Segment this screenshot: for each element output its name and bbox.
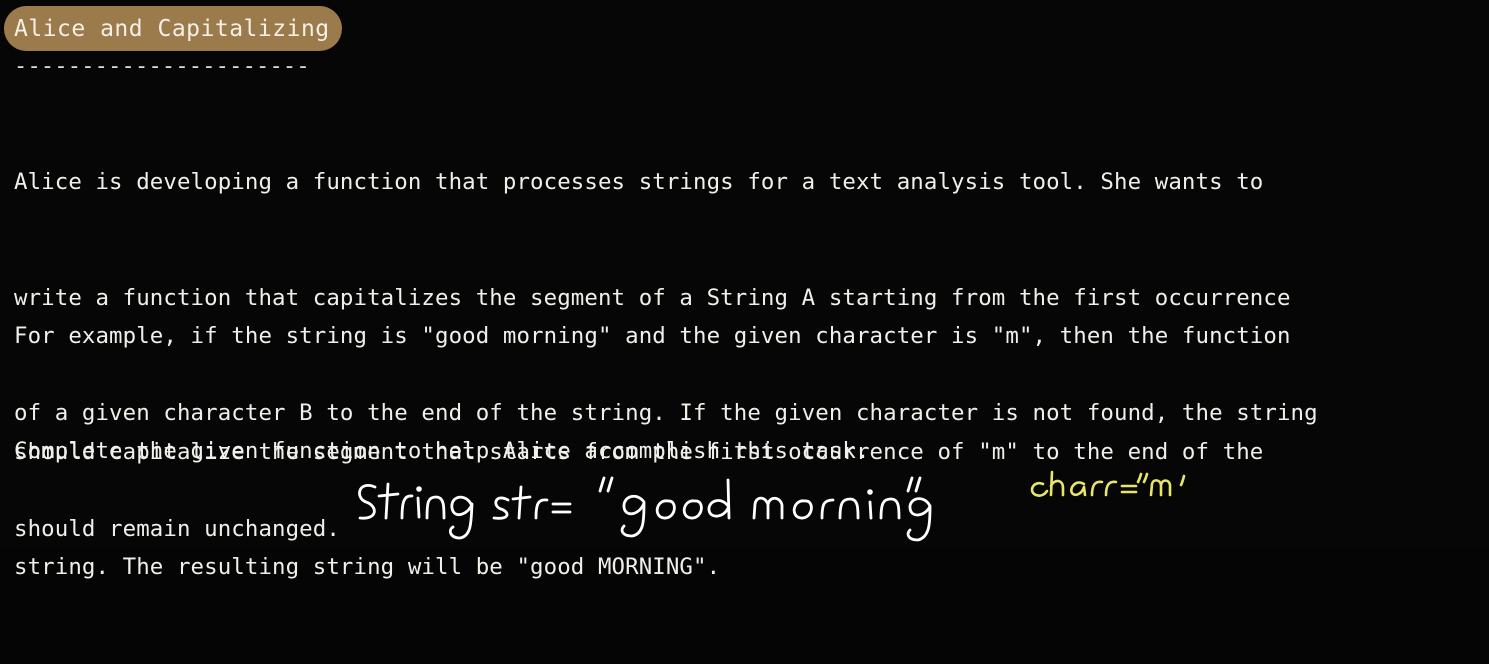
title-underline: ----------------------: [14, 54, 310, 79]
example-line: For example, if the string is "good morn…: [14, 323, 1291, 349]
example-line: string. The resulting string will be "go…: [14, 554, 721, 580]
handwritten-annotation: [358, 470, 1186, 542]
handwritten-str-word: [492, 485, 572, 520]
handwritten-string-word: [358, 482, 474, 540]
problem-title-badge: Alice and Capitalizing: [4, 6, 342, 51]
handwritten-char-note: [1030, 470, 1186, 497]
video-frame: Alice and Capitalizing -----------------…: [0, 0, 1489, 580]
handwritten-good-morning: [598, 476, 932, 542]
problem-title: Alice and Capitalizing: [14, 15, 330, 42]
description-line: Alice is developing a function that proc…: [14, 169, 1264, 195]
